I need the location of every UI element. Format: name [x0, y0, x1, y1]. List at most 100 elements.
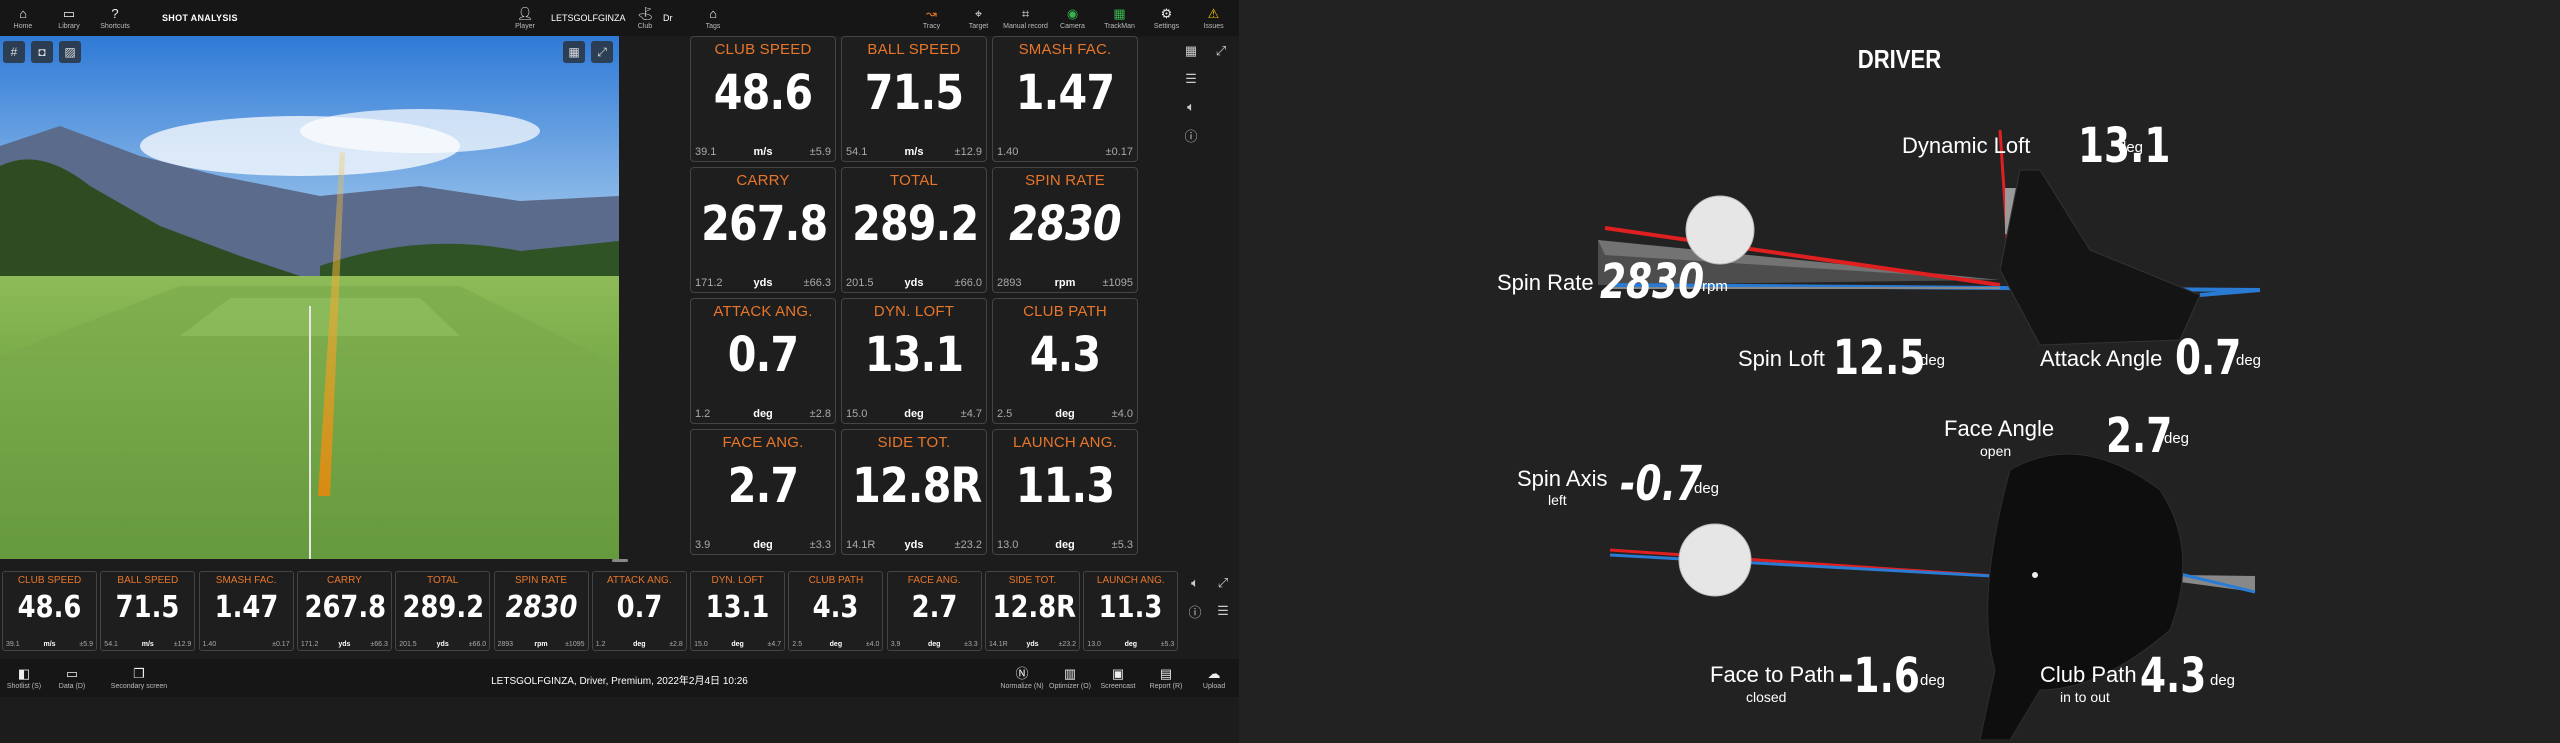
metric-title: LAUNCH ANG.: [1013, 434, 1117, 451]
strip-metric-tile[interactable]: SPIN RATE 2830 2893 rpm ±1095: [493, 571, 589, 651]
data-button[interactable]: ▭ Data (D): [48, 659, 96, 697]
trackman-label: TrackMan: [1104, 22, 1135, 30]
club-button[interactable]: ⛳︎ Club: [631, 0, 659, 36]
fullscreen-button[interactable]: ⤢: [1210, 40, 1232, 62]
info-button[interactable]: ⓘ: [1184, 600, 1206, 622]
sound-button[interactable]: 🔈︎: [1184, 572, 1206, 594]
face-angle-label: Face Angle: [1944, 416, 2055, 441]
metric-value: 71.5: [864, 65, 964, 121]
filter-button[interactable]: ☰: [1180, 68, 1202, 90]
layout-button[interactable]: ▦: [1180, 40, 1202, 62]
screencast-button[interactable]: ▣ Screencast: [1094, 659, 1142, 697]
spin-rate-label: Spin Rate: [1497, 270, 1594, 295]
manual-record-button[interactable]: ⌗ Manual record: [1002, 0, 1049, 36]
filter-button[interactable]: ☰: [1212, 600, 1234, 622]
strip-metric-tile[interactable]: BALL SPEED 71.5 54.1 m/s ±12.9: [100, 571, 196, 651]
strip-metric-deviation: ±4.7: [767, 641, 782, 648]
metric-card[interactable]: CLUB PATH 4.3 2.5 deg ±4.0: [992, 298, 1138, 424]
dynamic-loft-label: Dynamic Loft: [1902, 133, 2031, 158]
strip-metric-value: 12.8R: [992, 590, 1077, 625]
strip-metric-deviation: ±23.2: [1058, 641, 1076, 648]
player-name: LETSGOLFGINZA: [551, 13, 626, 23]
strip-metric-value: 267.8: [304, 590, 387, 625]
library-button[interactable]: ▭ Library: [46, 0, 92, 36]
metric-card[interactable]: BALL SPEED 71.5 54.1 m/s ±12.9: [841, 36, 987, 162]
metric-card[interactable]: DYN. LOFT 13.1 15.0 deg ±4.7: [841, 298, 987, 424]
tracy-button[interactable]: ↝ Tracy: [908, 0, 955, 36]
metric-card[interactable]: CARRY 267.8 171.2 yds ±66.3: [690, 167, 836, 293]
metric-card[interactable]: SIDE TOT. 12.8R 14.1R yds ±23.2: [841, 429, 987, 555]
target-icon: ⌖: [974, 5, 983, 21]
grid-toggle-button[interactable]: #: [3, 41, 25, 63]
club-title: DRIVER: [1857, 44, 1942, 74]
metric-card[interactable]: FACE ANG. 2.7 3.9 deg ±3.3: [690, 429, 836, 555]
tags-button[interactable]: ⌂ Tags: [690, 0, 736, 36]
issues-button[interactable]: ⚠ Issues: [1190, 0, 1237, 36]
strip-metric-deviation: ±5.3: [1160, 641, 1175, 648]
image-button[interactable]: ▨: [59, 41, 81, 63]
player-selector[interactable]: 👤︎ Player LETSGOLFGINZA: [505, 0, 626, 36]
normalize-button[interactable]: Ⓝ Normalize (N): [998, 659, 1046, 697]
club-selector[interactable]: ⛳︎ Club Dr: [631, 0, 673, 36]
strip-metric-tile[interactable]: DYN. LOFT 13.1 15.0 deg ±4.7: [690, 571, 786, 651]
camera-button[interactable]: ◉ Camera: [1049, 0, 1096, 36]
fullscreen-button[interactable]: ⤢: [1212, 572, 1234, 594]
player-button[interactable]: 👤︎ Player: [505, 0, 545, 36]
strip-metric-title: SIDE TOT.: [1008, 575, 1057, 586]
sound-button[interactable]: 🔈︎: [1180, 96, 1202, 118]
spin-axis-value: -0.7: [1620, 456, 1702, 512]
metric-title: DYN. LOFT: [873, 303, 955, 320]
optimizer-button[interactable]: ▥ Optimizer (O): [1046, 659, 1094, 697]
strip-metric-tile[interactable]: ATTACK ANG. 0.7 1.2 deg ±2.8: [591, 571, 687, 651]
settings-button[interactable]: ⚙ Settings: [1143, 0, 1190, 36]
strip-metric-tile[interactable]: TOTAL 289.2 201.5 yds ±66.0: [395, 571, 491, 651]
report-button[interactable]: ▤ Report (R): [1142, 659, 1190, 697]
home-button[interactable]: ⌂ Home: [0, 0, 46, 36]
course-view[interactable]: # ◘ ▨ ▦ ⤢: [0, 36, 619, 559]
strip-metric-tile[interactable]: CLUB PATH 4.3 2.5 deg ±4.0: [788, 571, 884, 651]
info-button[interactable]: ⓘ: [1180, 124, 1202, 146]
split-handle[interactable]: [612, 559, 628, 562]
upload-button[interactable]: ☁ Upload: [1190, 659, 1238, 697]
metric-card[interactable]: ATTACK ANG. 0.7 1.2 deg ±2.8: [690, 298, 836, 424]
sliders-icon: ☰: [1185, 71, 1197, 86]
layout-button[interactable]: ▦: [563, 41, 585, 63]
metric-card[interactable]: TOTAL 289.2 201.5 yds ±66.0: [841, 167, 987, 293]
metric-card[interactable]: CLUB SPEED 48.6 39.1 m/s ±5.9: [690, 36, 836, 162]
strip-metric-title: CLUB PATH: [808, 575, 864, 586]
shortcuts-button[interactable]: ? Shortcuts: [92, 0, 138, 36]
issues-label: Issues: [1203, 22, 1224, 30]
strip-metric-value: 2.7: [911, 590, 958, 625]
metric-title: ATTACK ANG.: [713, 303, 813, 320]
face-to-path-sub: closed: [1746, 689, 1787, 705]
fullscreen-button[interactable]: ⤢: [591, 41, 613, 63]
tags-label: Tags: [705, 22, 721, 30]
metric-card[interactable]: SPIN RATE 2830 2893 rpm ±1095: [992, 167, 1138, 293]
info-icon: ⓘ: [1188, 604, 1202, 620]
tags-item[interactable]: ⌂ Tags: [690, 0, 736, 36]
metric-value: 2830: [1009, 196, 1121, 252]
target-button[interactable]: ⌖ Target: [955, 0, 1002, 36]
metric-title: SIDE TOT.: [877, 434, 951, 451]
strip-metric-tile[interactable]: LAUNCH ANG. 11.3 13.0 deg ±5.3: [1083, 571, 1179, 651]
metric-card[interactable]: SMASH FAC. 1.47 1.40 ±0.17: [992, 36, 1138, 162]
tracy-label: Tracy: [922, 22, 941, 30]
strip-metric-tile[interactable]: CARRY 267.8 171.2 yds ±66.3: [296, 571, 392, 651]
trackman-button[interactable]: ▦ TrackMan: [1096, 0, 1143, 36]
shotlist-button[interactable]: ◧ Shotlist (S): [0, 659, 48, 697]
secondary-screen-button[interactable]: ❐ Secondary screen: [96, 659, 182, 697]
page-title: SHOT ANALYSIS: [162, 13, 238, 23]
metric-title: CLUB SPEED: [714, 41, 812, 58]
snapshot-button[interactable]: ◘: [31, 41, 53, 63]
metric-card[interactable]: LAUNCH ANG. 11.3 13.0 deg ±5.3: [992, 429, 1138, 555]
strip-metric-tile[interactable]: SMASH FAC. 1.47 1.40 ±0.17: [198, 571, 294, 651]
upload-label: Upload: [1202, 682, 1226, 690]
tag-icon: ⌂: [709, 5, 717, 21]
strip-metric-tile[interactable]: FACE ANG. 2.7 3.9 deg ±3.3: [886, 571, 982, 651]
spin-loft-unit: deg: [1920, 352, 1946, 369]
strip-metric-tile[interactable]: CLUB SPEED 48.6 39.1 m/s ±5.9: [2, 571, 97, 651]
target-label: Target: [968, 22, 989, 30]
metric-value: 12.8R: [852, 458, 982, 514]
metric-deviation: ±1095: [1102, 277, 1133, 289]
strip-metric-tile[interactable]: SIDE TOT. 12.8R 14.1R yds ±23.2: [985, 571, 1080, 651]
